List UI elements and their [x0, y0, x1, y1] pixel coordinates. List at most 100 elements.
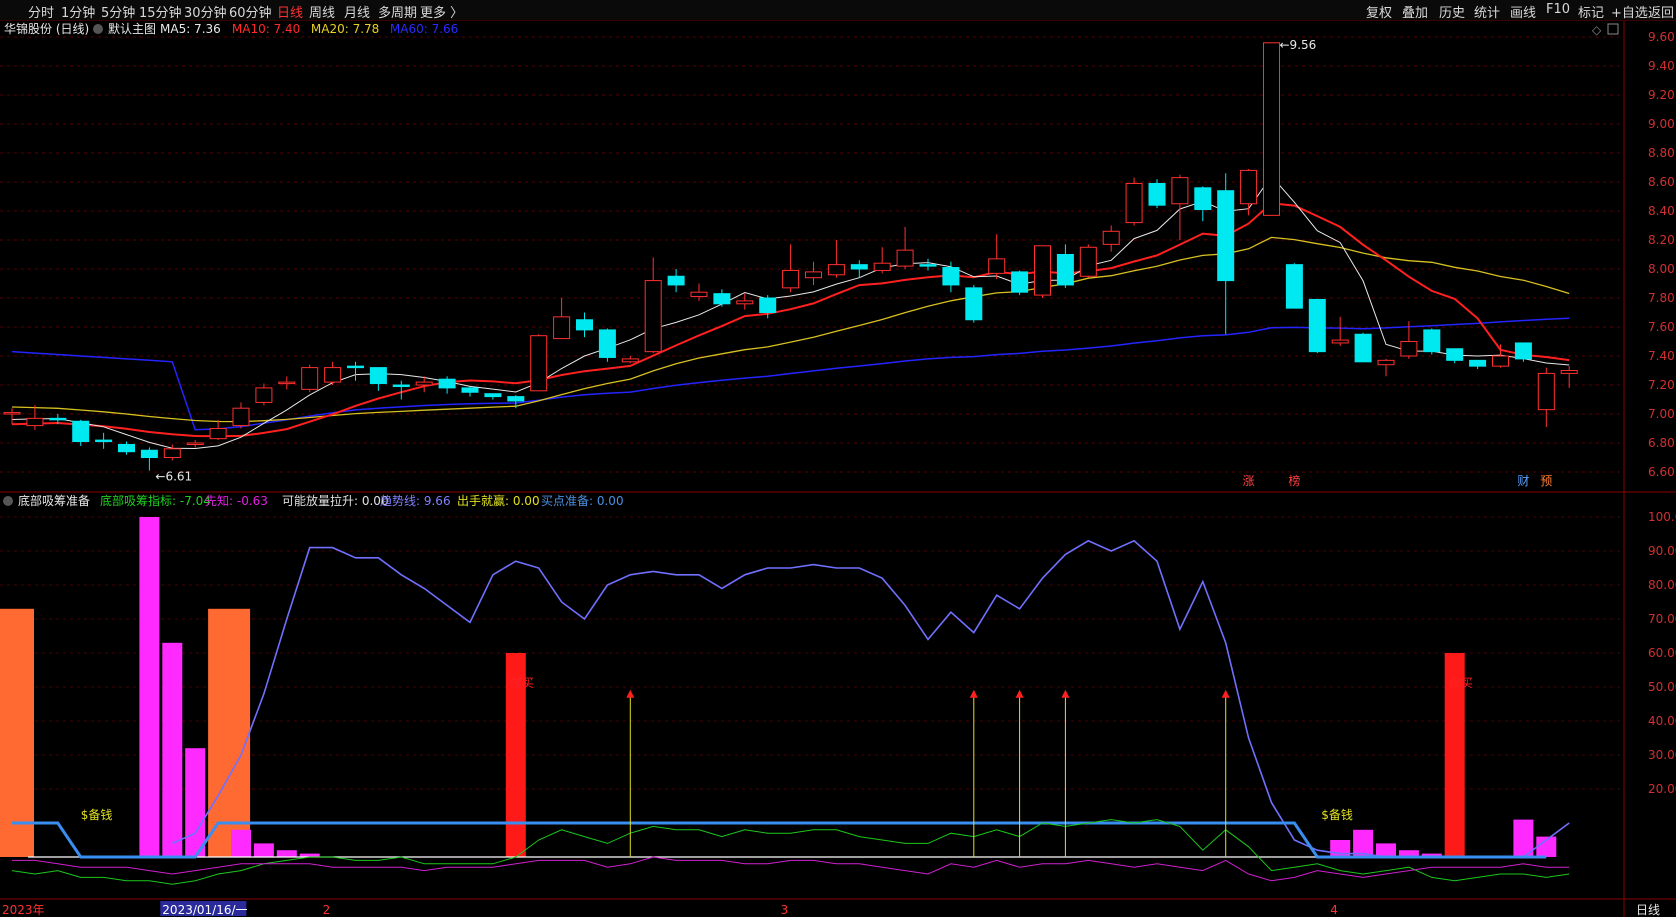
ytick-label: 9.00 — [1648, 117, 1675, 131]
period-tab[interactable]: 60分钟 — [229, 2, 272, 21]
candle-body — [827, 264, 845, 276]
period-tab[interactable]: 更多 〉 — [420, 2, 463, 21]
sub-bar — [139, 517, 160, 857]
candle-body — [667, 275, 685, 286]
period-tab[interactable]: 日线 — [277, 2, 303, 21]
toolbar-button[interactable]: +自选 — [1611, 2, 1648, 21]
ytick-label: 100.0 — [1648, 510, 1676, 524]
high-label: ←9.56 — [1280, 38, 1317, 52]
period-tab[interactable]: 周线 — [309, 2, 335, 21]
ytick-label: 20.00 — [1648, 782, 1676, 796]
sub-bar — [1376, 843, 1396, 857]
toolbar-button[interactable]: 复权 — [1366, 2, 1392, 21]
toolbar-button[interactable]: F10 — [1546, 2, 1570, 17]
ytick-label: 80.00 — [1648, 578, 1676, 592]
ytick-label: 60.00 — [1648, 646, 1676, 660]
chart-background — [0, 21, 1676, 917]
ma-legend: MA60: 7.66 — [390, 22, 458, 36]
sub-bar — [208, 608, 251, 857]
sub-legend: 出手就赢: 0.00 — [457, 493, 540, 508]
candle-body — [140, 449, 158, 458]
sub-legend: 可能放量拉升: 0.00 — [282, 493, 389, 508]
candle-body — [1331, 339, 1349, 344]
candle-body — [255, 387, 273, 403]
candle-body — [621, 358, 639, 363]
candle-body — [1217, 190, 1235, 282]
settings-icon: ◇ — [1592, 23, 1602, 37]
toolbar-button[interactable]: 统计 — [1474, 2, 1500, 21]
candle-body — [919, 264, 937, 267]
candle-body — [965, 287, 983, 321]
candle-body — [484, 393, 502, 398]
ytick-label: 8.00 — [1648, 262, 1675, 276]
period-tab[interactable]: 多周期 — [378, 2, 417, 21]
ma-legend: MA10: 7.40 — [232, 22, 300, 36]
period-tab[interactable]: 1分钟 — [61, 2, 95, 21]
ytick-label: 7.60 — [1648, 320, 1675, 334]
candle-body — [278, 381, 296, 385]
candle-body — [850, 264, 868, 270]
money-label: $备钱 — [81, 807, 113, 822]
candle-body — [736, 300, 754, 305]
toolbar-button[interactable]: 返回 — [1648, 2, 1674, 21]
period-tab[interactable]: 分时 — [28, 2, 54, 21]
candle-body — [690, 291, 708, 298]
ytick-label: 9.20 — [1648, 88, 1675, 102]
ytick-label: 7.80 — [1648, 291, 1675, 305]
candle-body — [759, 297, 777, 313]
toolbar-button[interactable]: 叠加 — [1402, 2, 1428, 21]
candle-body — [988, 258, 1006, 274]
candle-body — [1354, 333, 1372, 363]
candle-body — [301, 367, 319, 390]
toolbar-button[interactable]: 画线 — [1510, 2, 1536, 21]
candle-body — [1056, 254, 1074, 286]
candle-body — [1011, 271, 1029, 293]
candle-body — [49, 417, 67, 421]
low-label: ←6.61 — [155, 470, 192, 484]
candle-body — [1377, 359, 1395, 366]
candle-body — [1423, 329, 1441, 353]
sub-legend: 底部吸筹指标: -7.04 — [100, 493, 211, 508]
candle-body — [805, 271, 822, 279]
candle-body — [553, 316, 571, 340]
sub-legend: 买点准备: 0.00 — [541, 494, 624, 508]
ytick-label: 7.20 — [1648, 378, 1675, 392]
event-marker: 榜 — [1288, 473, 1300, 488]
template-dropdown-icon — [93, 24, 103, 34]
period-tab[interactable]: 15分钟 — [139, 2, 182, 21]
candle-body — [1469, 359, 1487, 367]
xtick-label: 2 — [323, 903, 331, 917]
sub-legend: 先知: -0.63 — [205, 494, 268, 508]
candle-body — [415, 381, 433, 386]
candle-body — [598, 329, 616, 358]
sub-bar — [162, 642, 183, 857]
template-label: 默认主图 — [108, 21, 156, 36]
sub-bar — [0, 608, 34, 857]
ytick-label: 40.00 — [1648, 714, 1676, 728]
candle-body — [209, 428, 227, 440]
period-tab[interactable]: 5分钟 — [101, 2, 135, 21]
candle-body — [163, 448, 181, 458]
candle-body — [1171, 177, 1189, 205]
candle-body — [1537, 372, 1555, 411]
candle-body — [873, 262, 891, 271]
candle-body — [1034, 245, 1051, 296]
ma-legend: MA20: 7.78 — [311, 22, 379, 36]
toolbar-button[interactable]: 历史 — [1439, 2, 1465, 21]
ytick-label: 8.80 — [1648, 146, 1675, 160]
candle-body — [1240, 169, 1258, 205]
ytick-label: 50.00 — [1648, 680, 1676, 694]
ytick-label: 9.40 — [1648, 59, 1675, 73]
toolbar-button[interactable]: 标记 — [1578, 2, 1604, 21]
candle-body — [507, 396, 525, 402]
candle-body — [1263, 42, 1280, 216]
money-label: $备钱 — [1321, 807, 1353, 822]
buy-label: 建买 — [510, 676, 534, 690]
xtick-label: 3 — [781, 903, 789, 917]
candle-body — [896, 249, 914, 267]
candle-body — [576, 319, 593, 331]
candle-body — [530, 335, 548, 392]
candle-body — [1102, 230, 1120, 245]
period-tab[interactable]: 30分钟 — [184, 2, 227, 21]
period-tab[interactable]: 月线 — [344, 2, 370, 21]
